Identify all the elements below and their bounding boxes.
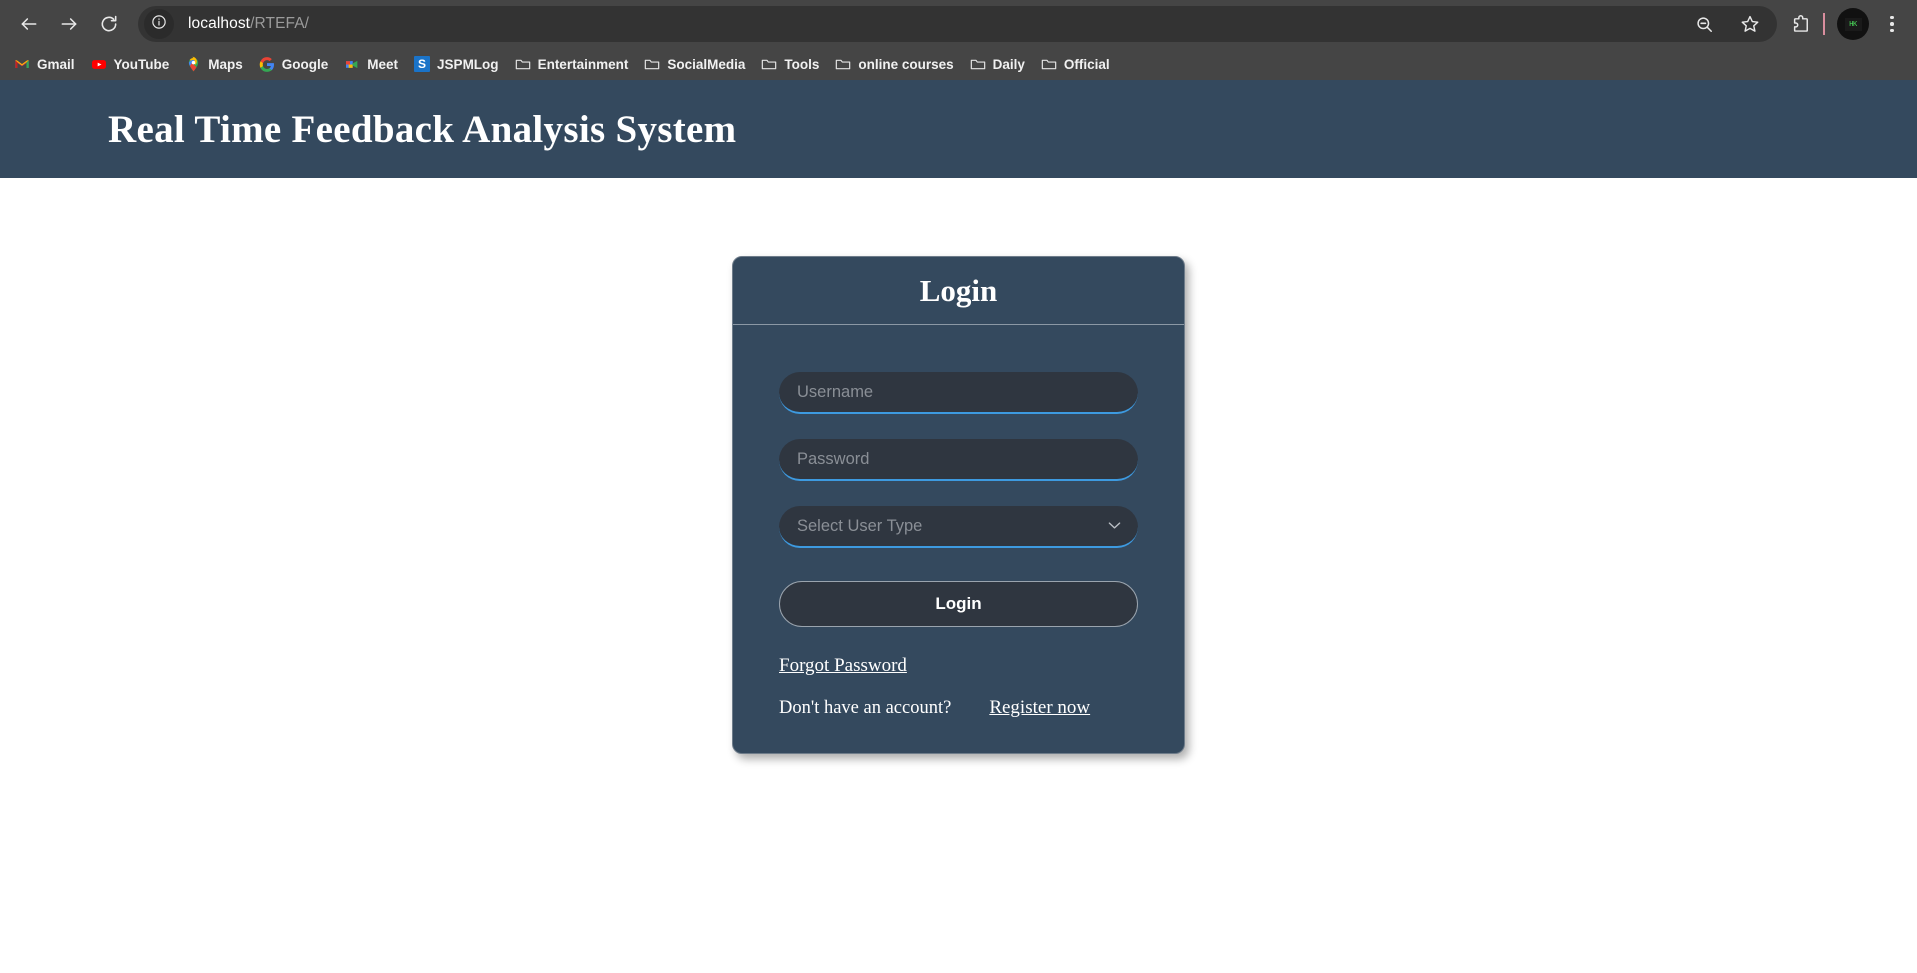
password-input[interactable]: [779, 439, 1138, 481]
toolbar-divider: [1823, 13, 1825, 35]
bookmark-label: Daily: [992, 56, 1025, 72]
bookmark-label: JSPMLog: [437, 56, 499, 72]
app-header-banner: Real Time Feedback Analysis System: [0, 80, 1917, 178]
register-now-link[interactable]: Register now: [989, 697, 1090, 719]
avatar[interactable]: HK: [1837, 8, 1869, 40]
bookmark-label: Gmail: [37, 56, 75, 72]
extensions-puzzle-icon[interactable]: [1785, 9, 1815, 39]
content-area: Login Select User Type: [0, 178, 1917, 754]
bookmark-label: online courses: [858, 56, 954, 72]
back-arrow-icon: [19, 14, 39, 34]
bookmark-entertainment[interactable]: Entertainment: [507, 51, 637, 77]
bookmark-label: Meet: [367, 56, 399, 72]
folder-icon: [644, 56, 660, 72]
page-title: Real Time Feedback Analysis System: [108, 107, 737, 151]
reload-button[interactable]: [90, 5, 128, 43]
google-g-icon: [259, 56, 275, 72]
google-meet-icon: [344, 56, 360, 72]
folder-icon: [835, 56, 851, 72]
bookmark-tools[interactable]: Tools: [753, 51, 827, 77]
no-account-text: Don't have an account?: [779, 698, 952, 718]
login-form: Select User Type Login Forgot Password D…: [733, 325, 1184, 753]
forgot-password-row: Forgot Password: [779, 655, 1138, 677]
register-row: Don't have an account? Register now: [779, 697, 1138, 719]
folder-icon: [1041, 56, 1057, 72]
jspmlog-icon: S: [414, 56, 431, 72]
login-card-title: Login: [919, 272, 998, 308]
url-text: localhost/RTEFA/: [188, 15, 309, 33]
bookmark-socialmedia[interactable]: SocialMedia: [636, 51, 753, 77]
browser-chrome: localhost/RTEFA/ HK Gmail YouTube Maps G…: [0, 0, 1917, 80]
bookmark-label: Entertainment: [537, 56, 629, 72]
star-icon[interactable]: [1735, 9, 1765, 39]
three-dot-menu-icon[interactable]: [1877, 8, 1907, 40]
forward-arrow-icon: [59, 14, 79, 34]
folder-icon: [515, 56, 531, 72]
bookmark-label: Official: [1063, 56, 1110, 72]
usertype-select-wrapper: Select User Type: [779, 506, 1138, 548]
folder-icon: [970, 56, 986, 72]
address-bar[interactable]: localhost/RTEFA/: [138, 6, 1777, 42]
bookmark-label: YouTube: [113, 56, 170, 72]
page-content: Real Time Feedback Analysis System Login…: [0, 80, 1917, 973]
bookmark-daily[interactable]: Daily: [962, 51, 1033, 77]
omnibox-actions: [1689, 9, 1777, 39]
login-card-header: Login: [733, 257, 1184, 325]
bookmark-label: Tools: [784, 56, 820, 72]
back-button[interactable]: [10, 5, 48, 43]
forward-button[interactable]: [50, 5, 88, 43]
search-zoom-icon[interactable]: [1689, 9, 1719, 39]
maps-pin-icon: [185, 56, 201, 72]
usertype-select[interactable]: Select User Type: [779, 506, 1138, 548]
bookmark-youtube[interactable]: YouTube: [83, 51, 178, 77]
bookmark-jspmlog[interactable]: S JSPMLog: [406, 51, 507, 77]
bookmark-label: Maps: [208, 56, 243, 72]
bookmark-maps[interactable]: Maps: [177, 51, 251, 77]
avatar-label: HK: [1844, 17, 1862, 31]
info-circle-icon: [151, 14, 167, 35]
login-card: Login Select User Type: [732, 256, 1185, 754]
reload-icon: [99, 14, 119, 34]
bookmark-label: Google: [281, 56, 329, 72]
gmail-icon: [14, 56, 30, 72]
bookmarks-bar: Gmail YouTube Maps Google Meet S JSPMLog…: [0, 48, 1917, 80]
bookmark-label: SocialMedia: [667, 56, 746, 72]
site-info-button[interactable]: [144, 9, 174, 39]
forgot-password-link[interactable]: Forgot Password: [779, 655, 907, 676]
url-path: /RTEFA/: [250, 15, 310, 32]
login-submit-button[interactable]: Login: [779, 581, 1138, 627]
bookmark-meet[interactable]: Meet: [336, 51, 406, 77]
bookmark-google[interactable]: Google: [251, 51, 337, 77]
youtube-icon: [91, 56, 107, 72]
bookmark-gmail[interactable]: Gmail: [6, 51, 83, 77]
bookmark-online-courses[interactable]: online courses: [827, 51, 961, 77]
folder-icon: [761, 56, 777, 72]
browser-toolbar: localhost/RTEFA/ HK: [0, 0, 1917, 48]
url-host: localhost: [188, 15, 251, 32]
username-input[interactable]: [779, 372, 1138, 414]
bookmark-official[interactable]: Official: [1033, 51, 1118, 77]
